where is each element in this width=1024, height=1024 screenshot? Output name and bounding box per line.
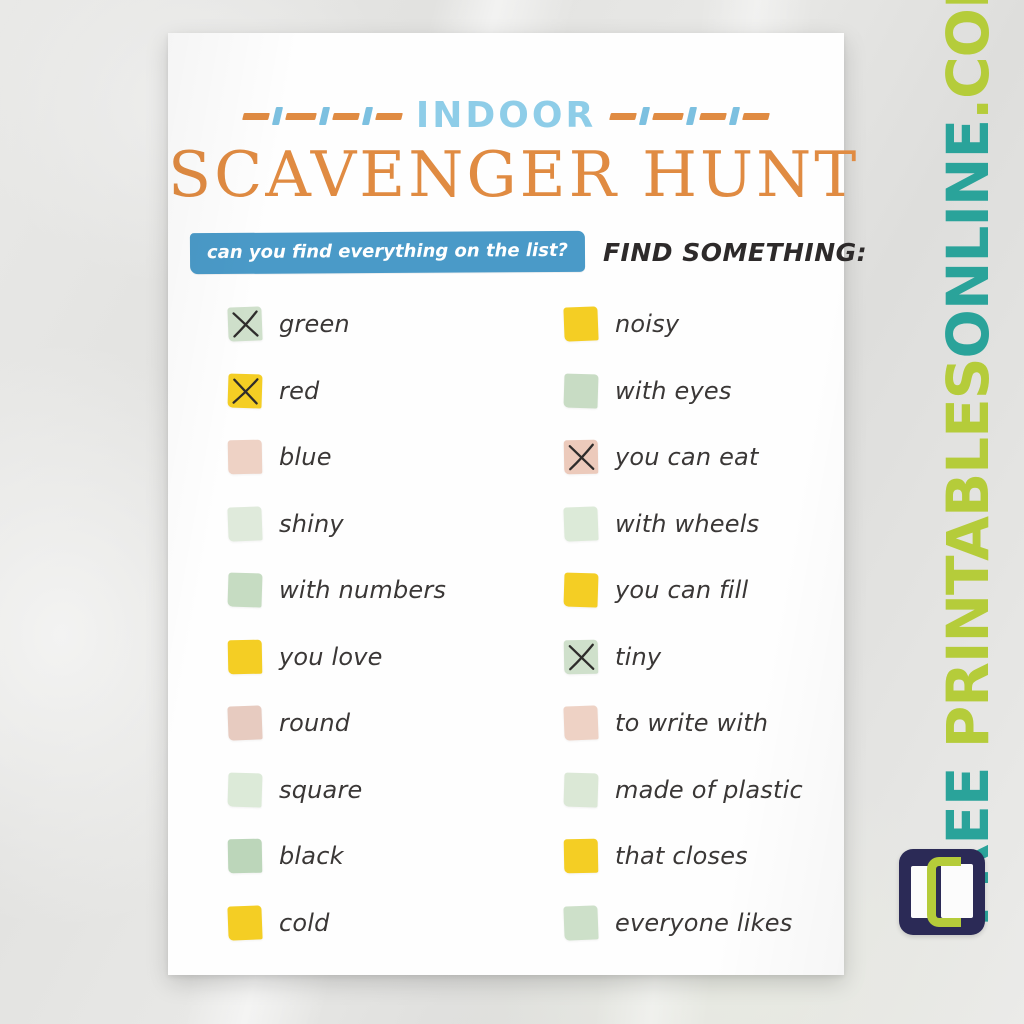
- checklist-item-label: with eyes: [615, 376, 732, 405]
- checklist-item[interactable]: you can fill: [506, 557, 844, 624]
- checklist-item-label: you can fill: [615, 576, 749, 605]
- checklist-item[interactable]: green: [168, 291, 506, 358]
- checkbox[interactable]: [227, 905, 263, 941]
- checklist-item-label: made of plastic: [615, 775, 803, 804]
- checklist-item[interactable]: tiny: [506, 624, 844, 691]
- checklist-item-label: blue: [279, 443, 332, 472]
- subtitle-row: can you find everything on the list? FIN…: [168, 228, 867, 276]
- page-title: SCAVENGER HUNT: [168, 138, 860, 211]
- tagline-banner: can you find everything on the list?: [189, 230, 586, 274]
- checkbox[interactable]: [563, 705, 599, 741]
- checkbox[interactable]: [227, 572, 263, 608]
- checklist-item-label: tiny: [615, 642, 662, 671]
- title-indoor: INDOOR: [415, 95, 597, 136]
- checkbox[interactable]: [227, 439, 263, 475]
- checklist-item[interactable]: with eyes: [506, 358, 844, 425]
- dash-horizontal-icon: [284, 112, 317, 120]
- checkbox[interactable]: [227, 838, 263, 874]
- dash-horizontal-icon: [699, 112, 728, 120]
- dash-horizontal-icon: [652, 112, 685, 120]
- checkbox[interactable]: [563, 439, 599, 475]
- dash-horizontal-icon: [241, 112, 270, 120]
- logo-c-shape: [927, 857, 961, 927]
- checkmark-x-icon: [232, 377, 259, 405]
- watermark: FREE PRINTABLESONLINE.COM: [920, 0, 1016, 927]
- checkbox[interactable]: [563, 506, 599, 542]
- dash-horizontal-icon: [374, 112, 403, 120]
- checklist-item[interactable]: noisy: [506, 291, 844, 358]
- checklist-item[interactable]: you can eat: [506, 424, 844, 491]
- checkmark-x-icon: [568, 643, 595, 671]
- checkbox[interactable]: [563, 373, 599, 409]
- find-something-label: FIND SOMETHING:: [602, 237, 868, 267]
- checklist-item-label: you can eat: [615, 443, 759, 472]
- checklist-item[interactable]: that closes: [506, 823, 844, 890]
- checkbox[interactable]: [563, 905, 599, 941]
- watermark-printables: PRINTABLES: [934, 358, 1002, 749]
- checkbox[interactable]: [563, 772, 599, 808]
- checkbox[interactable]: [227, 306, 263, 342]
- checkbox[interactable]: [227, 705, 263, 741]
- checklist-item-label: everyone likes: [615, 908, 793, 937]
- checklist-item-label: shiny: [279, 509, 344, 538]
- checkmark-x-icon: [232, 310, 259, 338]
- checklist-item[interactable]: blue: [168, 424, 506, 491]
- checkbox[interactable]: [227, 639, 263, 675]
- checklist-item[interactable]: square: [168, 757, 506, 824]
- dash-vertical-icon: [686, 107, 698, 125]
- checklist-item[interactable]: red: [168, 358, 506, 425]
- checkmark-x-icon: [568, 443, 595, 471]
- checklist-item-label: red: [279, 376, 320, 405]
- dash-ornament-right: [609, 107, 771, 125]
- checkbox[interactable]: [227, 373, 263, 409]
- checklist-item[interactable]: round: [168, 690, 506, 757]
- dash-ornament-left: [241, 107, 403, 125]
- checklist-item[interactable]: with wheels: [506, 491, 844, 558]
- checkbox[interactable]: [563, 306, 599, 342]
- dash-horizontal-icon: [609, 112, 638, 120]
- dash-vertical-icon: [271, 107, 283, 125]
- checkbox[interactable]: [563, 572, 599, 608]
- checklist-item-label: green: [279, 310, 350, 339]
- checklist-item-label: square: [279, 775, 363, 804]
- dash-vertical-icon: [639, 107, 651, 125]
- checklist-item[interactable]: made of plastic: [506, 757, 844, 824]
- brand-logo-icon: [899, 849, 985, 935]
- printable-sheet: INDOOR SCAVENGER HUNT can you find every…: [168, 33, 867, 975]
- checklist-item[interactable]: to write with: [506, 690, 844, 757]
- checklist-item[interactable]: everyone likes: [506, 890, 844, 957]
- watermark-com: .COM: [934, 0, 1002, 120]
- checklist-column-right: noisy with eyes you can eat with wheels you …: [506, 291, 844, 956]
- dash-vertical-icon: [361, 107, 373, 125]
- watermark-online: ONLINE: [934, 119, 1002, 359]
- checklist-item-label: with numbers: [279, 576, 447, 605]
- checklist-column-left: green red blue shiny with numbers you love rou…: [168, 291, 506, 956]
- checkbox[interactable]: [227, 772, 263, 808]
- dash-vertical-icon: [318, 107, 330, 125]
- dash-vertical-icon: [729, 107, 741, 125]
- checklist-item[interactable]: shiny: [168, 491, 506, 558]
- checklist-item-label: you love: [279, 642, 383, 671]
- checkbox[interactable]: [227, 506, 263, 542]
- watermark-text: FREE PRINTABLESONLINE.COM: [934, 0, 1002, 927]
- checklist-item-label: round: [279, 709, 351, 738]
- checklist-item-label: black: [279, 842, 344, 871]
- checklist-item[interactable]: cold: [168, 890, 506, 957]
- checklist: green red blue shiny with numbers you love rou…: [168, 291, 844, 956]
- checklist-item-label: cold: [279, 908, 330, 937]
- checklist-item[interactable]: you love: [168, 624, 506, 691]
- checklist-item-label: that closes: [615, 842, 748, 871]
- checklist-item-label: noisy: [615, 310, 680, 339]
- checkbox[interactable]: [563, 639, 599, 675]
- checklist-item-label: to write with: [615, 709, 769, 738]
- checklist-item-label: with wheels: [615, 509, 760, 538]
- checklist-item[interactable]: with numbers: [168, 557, 506, 624]
- checkbox[interactable]: [563, 838, 599, 874]
- dash-horizontal-icon: [742, 112, 771, 120]
- dash-horizontal-icon: [331, 112, 360, 120]
- checklist-item[interactable]: black: [168, 823, 506, 890]
- header-decoration-row: INDOOR: [168, 95, 844, 137]
